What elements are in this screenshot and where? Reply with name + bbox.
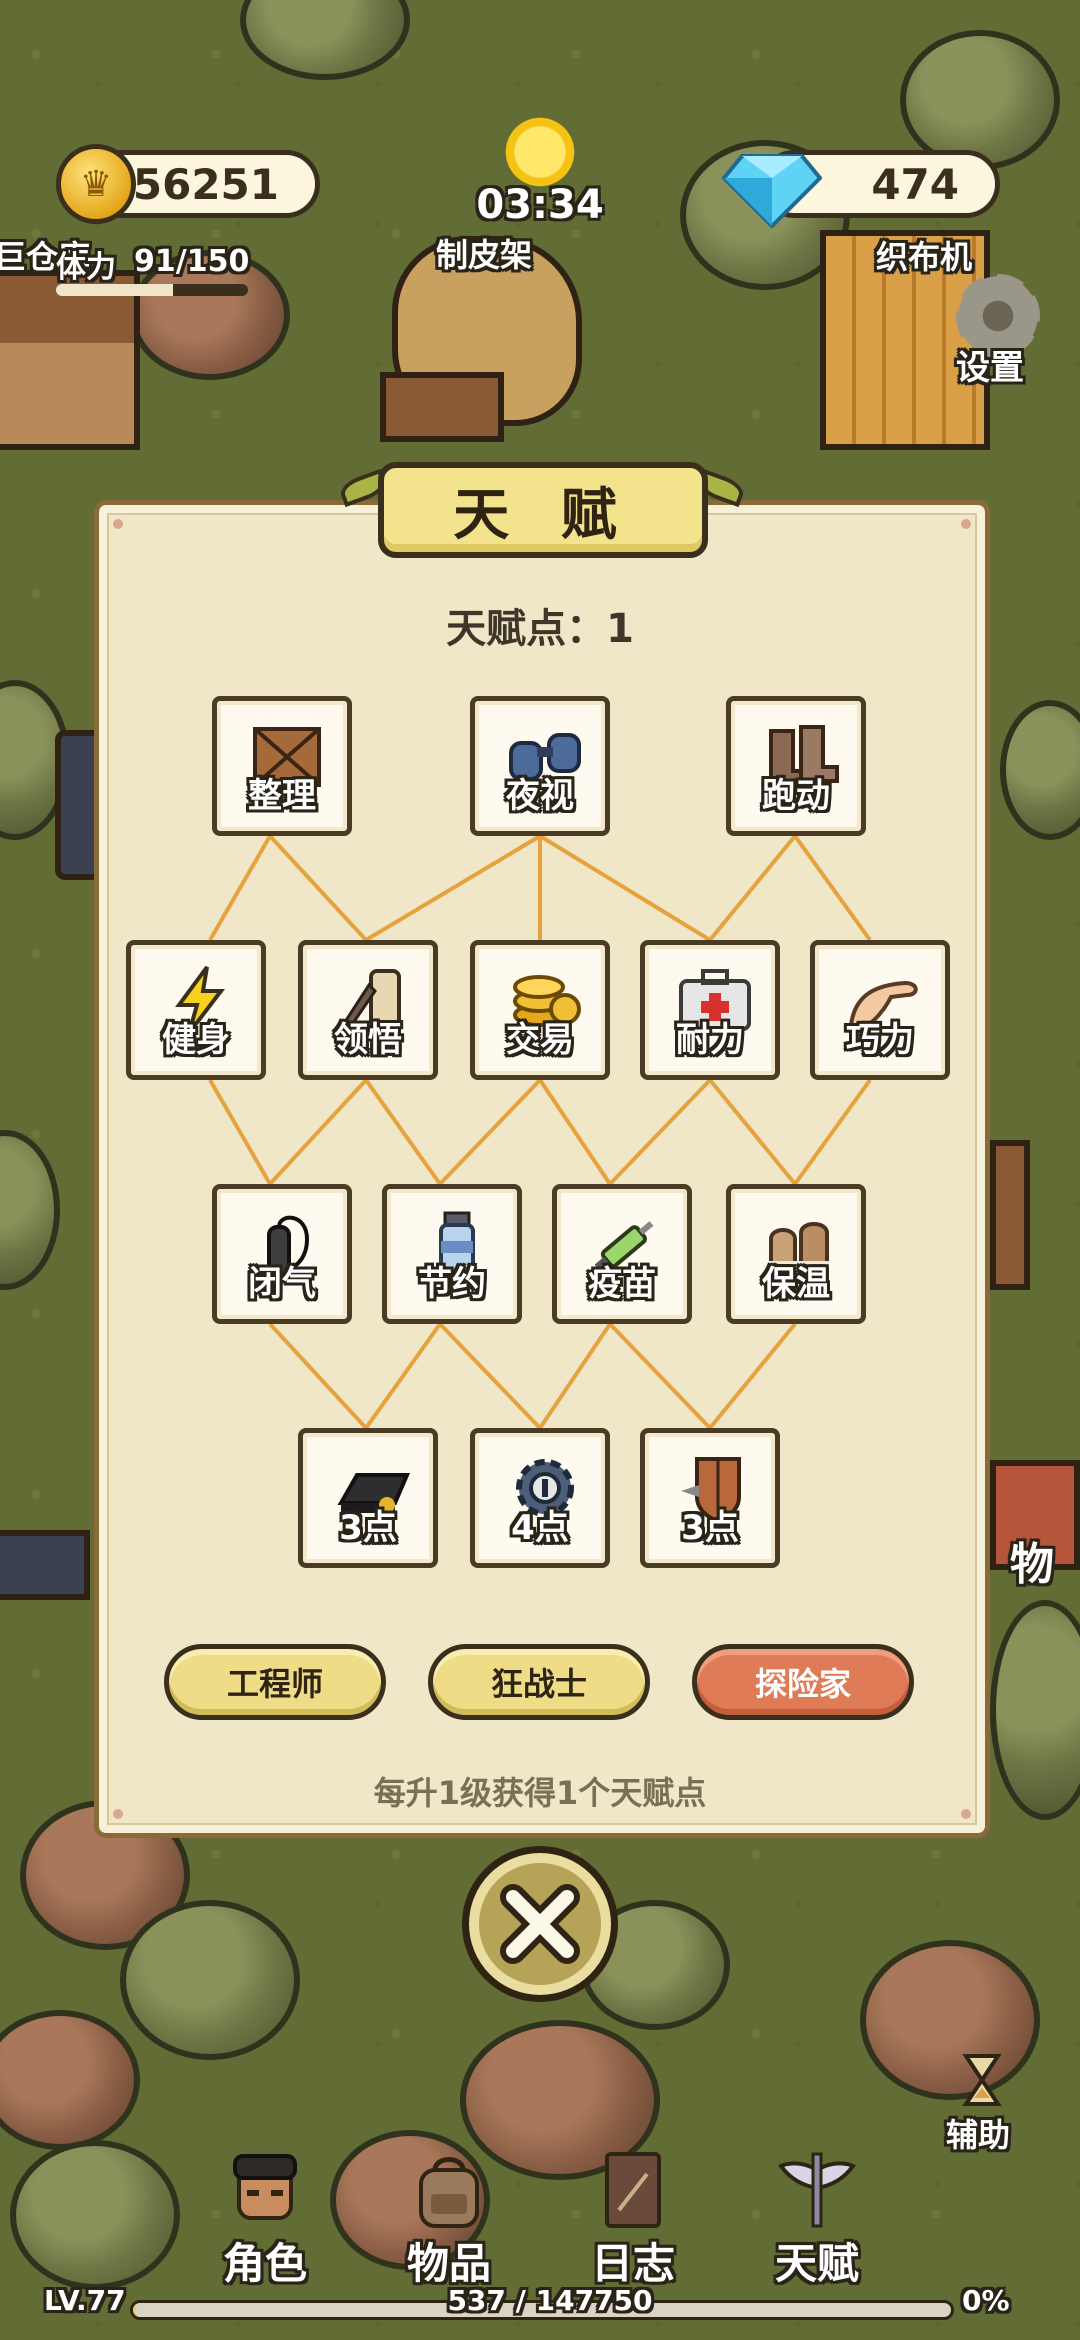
- talent-node-frugal[interactable]: 节约: [382, 1184, 522, 1324]
- experience-percent: 0%: [962, 2284, 1010, 2317]
- talent-label: 疫苗: [588, 1264, 656, 1304]
- talent-node-locked-gear[interactable]: 4点: [470, 1428, 610, 1568]
- talent-label: 交易: [506, 1020, 574, 1060]
- talent-node-insulation[interactable]: 保温: [726, 1184, 866, 1324]
- talent-node-vaccine[interactable]: 疫苗: [552, 1184, 692, 1324]
- talent-node-dexterity[interactable]: 巧力: [810, 940, 950, 1080]
- class-button-engineer[interactable]: 工程师: [164, 1644, 386, 1720]
- class-button-explorer[interactable]: 探险家: [692, 1644, 914, 1720]
- talent-label: 健身: [162, 1020, 230, 1060]
- character-icon: [233, 2154, 297, 2220]
- talent-label: 整理: [248, 776, 316, 816]
- nav-label: 物品: [406, 2239, 491, 2288]
- winged-sword-icon: [778, 2152, 856, 2228]
- talent-cost: 3点: [339, 1508, 397, 1548]
- journal-icon: [605, 2152, 661, 2228]
- nav-character[interactable]: 角色: [200, 2150, 330, 2300]
- talent-node-insight[interactable]: 领悟: [298, 940, 438, 1080]
- close-button[interactable]: [462, 1846, 618, 2002]
- talent-node-fitness[interactable]: 健身: [126, 940, 266, 1080]
- nav-label: 天赋: [774, 2239, 859, 2288]
- talent-node-running[interactable]: 跑动: [726, 696, 866, 836]
- talent-cost: 3点: [681, 1508, 739, 1548]
- talent-label: 跑动: [762, 776, 830, 816]
- talent-label: 闭气: [248, 1264, 316, 1304]
- backpack-icon: [419, 2157, 479, 2228]
- talent-cost: 4点: [511, 1508, 569, 1548]
- nav-journal[interactable]: 日志: [568, 2150, 698, 2300]
- close-icon: [500, 1884, 580, 1964]
- talent-label: 保温: [762, 1264, 830, 1304]
- nav-items[interactable]: 物品: [384, 2150, 514, 2300]
- talent-node-organize[interactable]: 整理: [212, 696, 352, 836]
- talent-label: 领悟: [334, 1020, 402, 1060]
- experience-text: 537 / 147750: [447, 2284, 653, 2317]
- talent-label: 夜视: [506, 776, 574, 816]
- talent-node-night-vision[interactable]: 夜视: [470, 696, 610, 836]
- nav-talents[interactable]: 天赋: [752, 2150, 882, 2300]
- nav-label: 角色: [222, 2239, 307, 2288]
- hourglass-icon[interactable]: [962, 2052, 1002, 2108]
- talent-node-breath-hold[interactable]: 闭气: [212, 1184, 352, 1324]
- talent-node-trade[interactable]: 交易: [470, 940, 610, 1080]
- class-button-berserker[interactable]: 狂战士: [428, 1644, 650, 1720]
- experience-bar-fill: [133, 2303, 137, 2317]
- talent-label: 耐力: [676, 1020, 744, 1060]
- assist-label[interactable]: 辅助: [946, 2110, 1010, 2156]
- talent-label: 节约: [418, 1264, 486, 1304]
- player-level: LV.77: [44, 2284, 126, 2317]
- talent-hint: 每升1级获得1个天赋点: [373, 1774, 707, 1812]
- nav-label: 日志: [590, 2239, 675, 2288]
- talent-node-locked-ingot[interactable]: 3点: [298, 1428, 438, 1568]
- talent-label: 巧力: [846, 1020, 914, 1060]
- talent-node-endurance[interactable]: 耐力: [640, 940, 780, 1080]
- talent-node-locked-shield[interactable]: 3点: [640, 1428, 780, 1568]
